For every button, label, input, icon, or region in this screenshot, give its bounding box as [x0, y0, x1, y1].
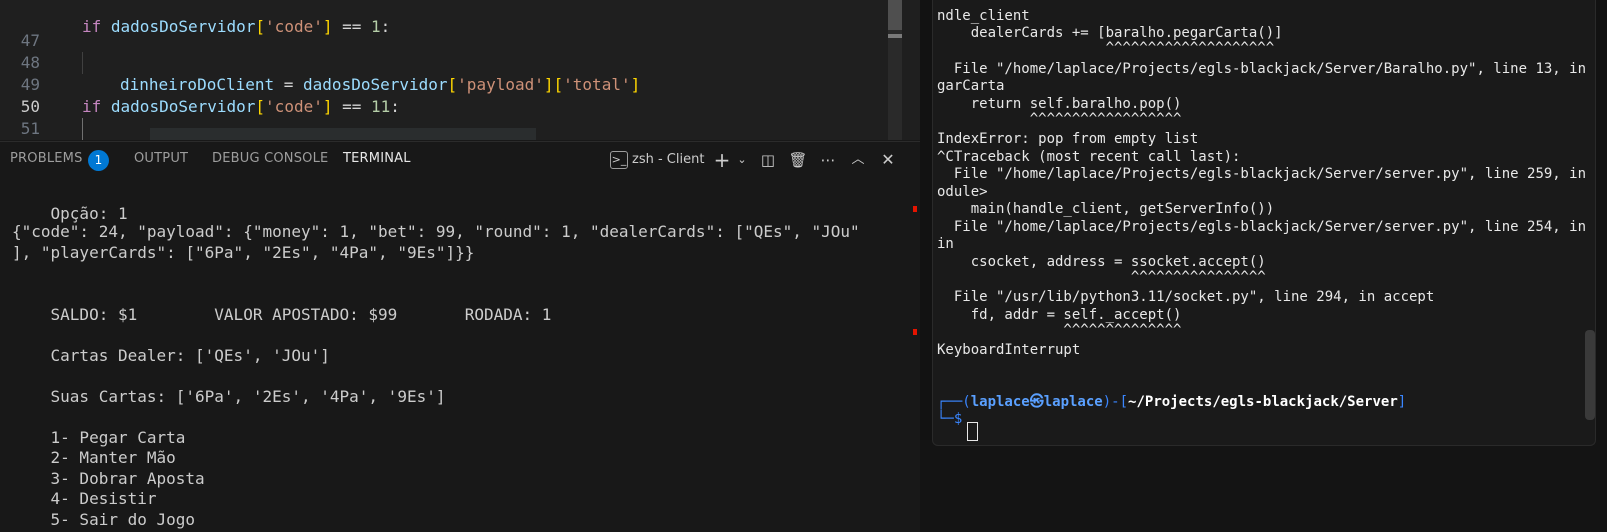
terminal-output-server[interactable]: ndle_client dealerCards += [baralho.pega…: [932, 0, 1596, 446]
trash-icon[interactable]: 🗑: [788, 150, 808, 170]
tab-output[interactable]: OUTPUT: [134, 142, 188, 178]
code-line-50: 50 dadosDoServidor.update({'payload':{'t…: [0, 74, 900, 140]
terminal-line: File "/usr/lib/python3.11/socket.py", li…: [937, 289, 1435, 305]
terminal-line: in: [937, 236, 954, 252]
terminal-line: garCarta: [937, 78, 1005, 94]
shell-prompt: ┌──(laplace㉿laplace)-[~/Projects/egls-bl…: [937, 394, 1407, 410]
terminal-line: ^^^^^^^^^^^^^^^^^^: [937, 111, 1182, 127]
terminal-line: {"code": 24, "payload": {"money": 1, "be…: [12, 222, 860, 241]
terminal-line: File "/home/laplace/Projects/egls-blackj…: [937, 219, 1596, 235]
terminal-line: 4- Desistir: [12, 489, 157, 508]
plus-icon[interactable]: +: [712, 150, 732, 170]
error-marker: [913, 329, 917, 335]
terminal-output-client[interactable]: Opção: 1 {"code": 24, "payload": {"money…: [0, 178, 900, 532]
terminal-line: File "/home/laplace/Projects/egls-blackj…: [937, 166, 1596, 182]
terminal-cursor: [967, 422, 978, 441]
split-icon[interactable]: ◫: [758, 150, 778, 170]
tab-debug-console[interactable]: DEBUG CONSOLE: [212, 142, 328, 178]
terminal-line: Suas Cartas: ['6Pa', '2Es', '4Pa', '9Es'…: [12, 387, 446, 406]
panel-tab-bar: PROBLEMS 1 OUTPUT DEBUG CONSOLE TERMINAL…: [0, 141, 920, 179]
terminal-line: ^CTraceback (most recent call last):: [937, 149, 1241, 165]
desktop-background: ndle_client dealerCards += [baralho.pega…: [920, 0, 1607, 532]
terminal-line: IndexError: pop from empty list: [937, 131, 1199, 147]
error-marker: [913, 206, 917, 212]
code-line-47: 47 dinheiroDoClient = dadosDoServidor['p…: [20, 31, 641, 94]
prompt-user-host: laplace㉿laplace: [970, 394, 1103, 410]
chevron-down-icon[interactable]: ⌄: [732, 150, 752, 170]
tab-terminal[interactable]: TERMINAL: [343, 142, 411, 179]
wallpaper: [920, 440, 1607, 532]
problems-count-badge: 1: [88, 150, 109, 171]
close-icon[interactable]: ✕: [878, 150, 898, 170]
vscode-window: if dadosDoServidor['code'] == 1: 47 dinh…: [0, 0, 920, 532]
terminal-line: SALDO: $1 VALOR APOSTADO: $99 RODADA: 1: [12, 305, 552, 324]
more-icon[interactable]: ⋯: [818, 150, 838, 170]
terminal-line: 2- Manter Mão: [12, 448, 176, 467]
terminal-line: 5- Sair do Jogo: [12, 510, 196, 529]
terminal-selector[interactable]: zsh - Client: [632, 142, 704, 178]
terminal-line: ], "playerCards": ["6Pa", "2Es", "4Pa", …: [12, 243, 475, 262]
terminal-line: KeyboardInterrupt: [937, 342, 1081, 358]
terminal-line: Cartas Dealer: ['QEs', 'JOu']: [12, 346, 330, 365]
terminal-icon: >_: [610, 151, 628, 169]
code-line-49: 49 if dadosDoServidor['code'] == 11:: [20, 75, 400, 116]
terminal-line: main(handle_client, getServerInfo()): [937, 201, 1275, 217]
shell-prompt-line2: └─$: [937, 411, 963, 427]
tab-problems[interactable]: PROBLEMS: [10, 142, 83, 178]
code-line-51: 51: [20, 119, 40, 138]
terminal-line: File "/home/laplace/Projects/egls-blackj…: [937, 61, 1596, 77]
prompt-path: ~/Projects/egls-blackjack/Server: [1128, 394, 1398, 410]
editor-scrollbar[interactable]: [888, 0, 902, 140]
terminal-line: ndle_client: [937, 8, 1030, 24]
code-editor[interactable]: if dadosDoServidor['code'] == 1: 47 dinh…: [0, 0, 920, 140]
terminal-line: 1- Pegar Carta: [12, 428, 186, 447]
scrollbar-thumb[interactable]: [888, 0, 902, 30]
terminal-line: ^^^^^^^^^^^^^^: [937, 322, 1182, 338]
terminal-line: ^^^^^^^^^^^^^^^^^^^^: [937, 40, 1275, 56]
chevron-up-icon[interactable]: ︿: [848, 150, 868, 170]
code-line-48: 48: [20, 53, 40, 72]
terminal-line: odule>: [937, 184, 988, 200]
terminal-line: ^^^^^^^^^^^^^^^^: [937, 269, 1266, 285]
terminal-scrollbar[interactable]: [1585, 330, 1595, 420]
scrollbar-marker: [888, 34, 902, 38]
code-line-52: 52 if dadosDoServidor['code'] == 26:: [0, 118, 900, 140]
terminal-line: 3- Dobrar Aposta: [12, 469, 205, 488]
